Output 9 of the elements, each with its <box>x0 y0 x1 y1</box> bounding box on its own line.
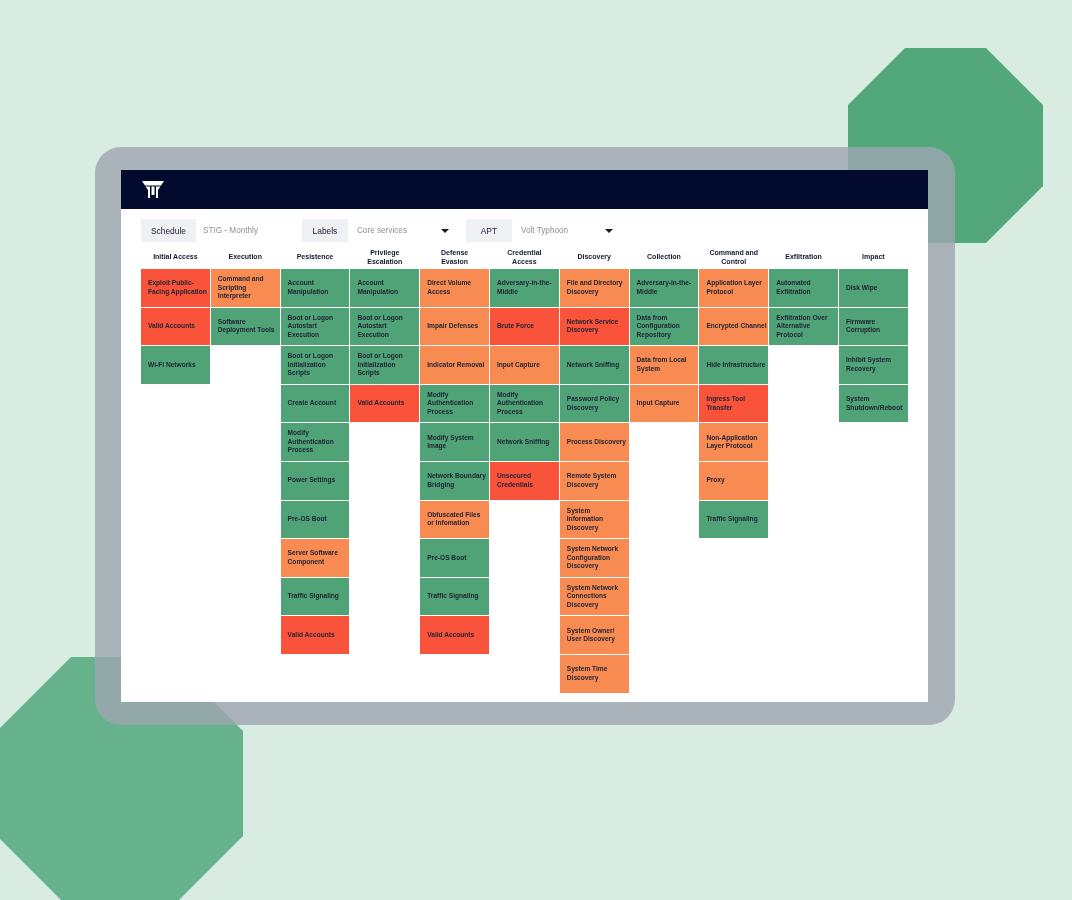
filter-value: STIG - Monthly <box>201 225 259 237</box>
logo-icon <box>142 181 164 198</box>
caret-icon <box>604 228 613 233</box>
caret-icon <box>440 228 449 233</box>
filter-label: Schedule <box>141 219 196 242</box>
filter-label: Labels <box>301 219 348 242</box>
filter-label: APT <box>465 219 512 242</box>
filter-dropdown[interactable]: Volt Typhoon <box>511 219 619 242</box>
filter-dropdown[interactable]: Core services <box>347 219 455 242</box>
